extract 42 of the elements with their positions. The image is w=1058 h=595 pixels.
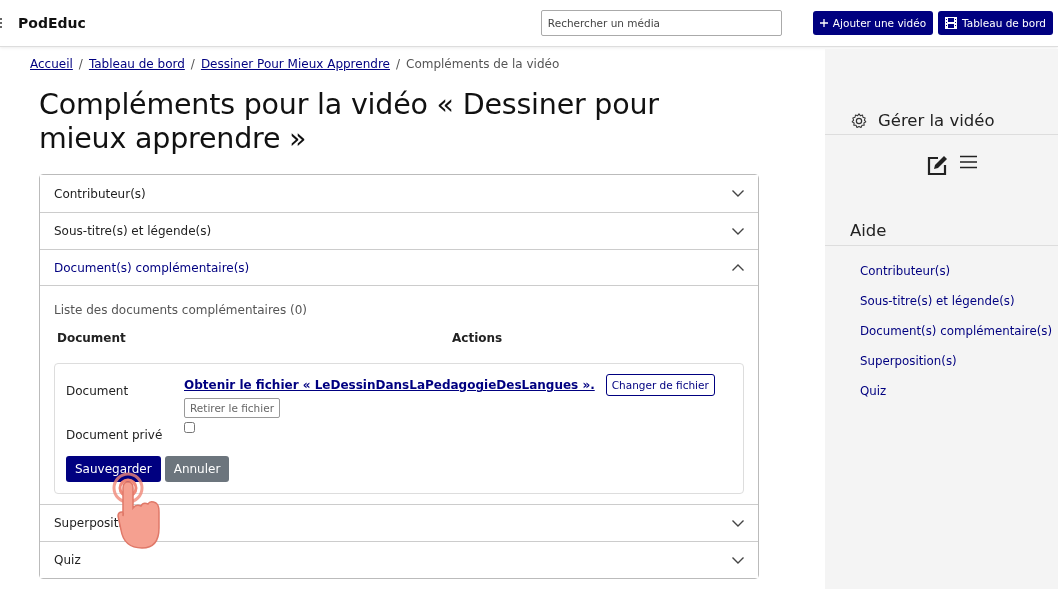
help-link[interactable]: Quiz [860, 384, 887, 398]
field-label: Document [66, 383, 130, 400]
menu-icon[interactable] [960, 155, 977, 169]
chevron-up-icon [732, 264, 744, 271]
accordion-header[interactable]: Quiz [40, 541, 758, 578]
help-link[interactable]: Superposition(s) [860, 354, 957, 368]
sidebar-title: Gérer la vidéo [878, 111, 995, 130]
cancel-button[interactable]: Annuler [164, 456, 230, 482]
help-link[interactable]: Contributeur(s) [860, 264, 951, 278]
file-link[interactable]: Obtenir le fichier « LeDessinDansLaPedagogieDesLangues ». [184, 378, 595, 392]
breadcrumb-link[interactable]: Dessiner Pour Mieux Apprendre [200, 57, 390, 71]
remove-file-button[interactable]: Retirer le fichier [184, 398, 280, 418]
settings-icon [850, 111, 868, 130]
search-field[interactable]: Rechercher un média [540, 10, 782, 36]
page-title: Compléments pour la vidéo « Dessiner pour mieux apprendre » [39, 88, 660, 156]
column-header: Actions [452, 331, 503, 345]
field-label: Document privé [66, 427, 164, 442]
save-button[interactable]: Sauvegarder [66, 456, 161, 482]
breadcrumb-link[interactable]: Tableau de bord [88, 57, 185, 71]
breadcrumb-separator: / [78, 57, 83, 71]
chevron-down-icon [732, 227, 744, 235]
breadcrumb-separator: / [190, 57, 195, 71]
edit-icon[interactable] [926, 155, 948, 177]
private-checkbox[interactable] [184, 422, 195, 433]
chevron-down-icon [732, 519, 744, 527]
header-button[interactable]: Ajouter une vidéo [812, 11, 934, 35]
list-caption: Liste des documents complémentaires (0) [54, 303, 308, 317]
breadcrumb-separator: / [395, 57, 400, 71]
chevron-down-icon [732, 190, 744, 197]
plus-icon [819, 19, 828, 27]
film-icon [945, 17, 958, 29]
column-header: Document [57, 331, 127, 345]
help-link[interactable]: Sous-titre(s) et légende(s) [860, 294, 1015, 308]
change-file-button[interactable]: Changer de fichier [605, 374, 715, 396]
breadcrumb-link[interactable]: Accueil [30, 57, 73, 71]
breadcrumb-current: Compléments de la vidéo [406, 57, 560, 71]
sidebar-title: Aide [850, 221, 887, 240]
header-button[interactable]: Tableau de bord [938, 11, 1053, 35]
brand-name[interactable]: PodEduc [18, 15, 86, 31]
help-link[interactable]: Document(s) complémentaire(s) [860, 324, 1052, 338]
chevron-down-icon [732, 556, 744, 564]
accordion-header[interactable]: Document(s) complémentaire(s) [40, 249, 758, 286]
